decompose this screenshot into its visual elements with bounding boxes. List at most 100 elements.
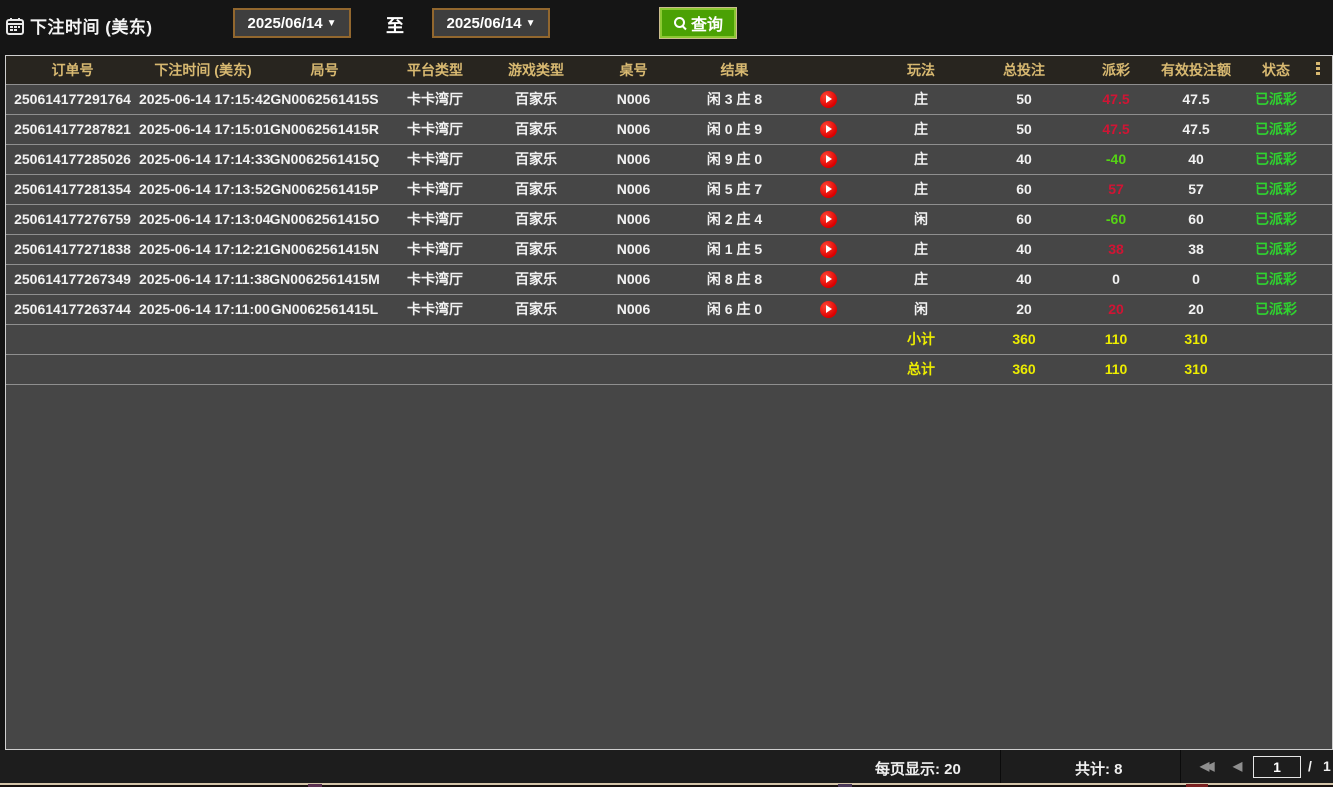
play-type: 庄 (870, 174, 972, 204)
total-payout: 110 (1076, 354, 1156, 384)
play-video-icon[interactable] (820, 271, 837, 288)
payout: 57 (1076, 174, 1156, 204)
payout: 38 (1076, 234, 1156, 264)
date-from-select[interactable]: 2025/06/14 ▼ (233, 8, 351, 38)
result: 闲 6 庄 0 (683, 294, 786, 324)
date-from-value: 2025/06/14 (248, 15, 323, 32)
result: 闲 9 庄 0 (683, 144, 786, 174)
platform: 卡卡湾厅 (382, 294, 488, 324)
valid-bet: 40 (1156, 144, 1236, 174)
play-type: 庄 (870, 234, 972, 264)
result: 闲 5 庄 7 (683, 174, 786, 204)
valid-bet: 57 (1156, 174, 1236, 204)
col-header-status: 状态 (1236, 56, 1316, 84)
platform: 卡卡湾厅 (382, 144, 488, 174)
date-to-select[interactable]: 2025/06/14 ▼ (432, 8, 550, 38)
status-badge: 已派彩 (1236, 84, 1316, 114)
play-type: 闲 (870, 204, 972, 234)
col-header-bet-time: 下注时间 (美东) (139, 56, 267, 84)
total-total-bet: 360 (972, 354, 1076, 384)
page-number-input[interactable]: 1 (1253, 756, 1301, 778)
result: 闲 1 庄 5 (683, 234, 786, 264)
pagination-bar: 每页显示: 20 共计: 8 ◀◀ ◀ 1 / 1 (0, 750, 1333, 783)
order-id: 250614177285026 (6, 144, 139, 174)
first-page-button[interactable]: ◀◀ (1200, 759, 1222, 773)
table-row: 250614177291764 2025-06-14 17:15:42 GN00… (6, 84, 1333, 114)
subtotal-label: 小计 (870, 324, 972, 354)
platform: 卡卡湾厅 (382, 204, 488, 234)
col-header-payout: 派彩 (1076, 56, 1156, 84)
subtotal-payout: 110 (1076, 324, 1156, 354)
result: 闲 0 庄 9 (683, 114, 786, 144)
result: 闲 8 庄 8 (683, 264, 786, 294)
round-id: GN0062561415M (267, 264, 382, 294)
status-badge: 已派彩 (1236, 294, 1316, 324)
play-type: 庄 (870, 264, 972, 294)
platform: 卡卡湾厅 (382, 114, 488, 144)
order-id: 250614177267349 (6, 264, 139, 294)
table-row: 250614177271838 2025-06-14 17:12:21 GN00… (6, 234, 1333, 264)
order-id: 250614177263744 (6, 294, 139, 324)
payout: 47.5 (1076, 114, 1156, 144)
table-no: N006 (584, 174, 683, 204)
play-type: 庄 (870, 144, 972, 174)
order-id: 250614177291764 (6, 84, 139, 114)
chevron-down-icon: ▼ (526, 18, 536, 29)
round-id: GN0062561415S (267, 84, 382, 114)
query-button-label: 查询 (691, 11, 723, 35)
total-bet: 60 (972, 204, 1076, 234)
bet-records-table: 订单号 下注时间 (美东) 局号 平台类型 游戏类型 桌号 结果 玩法 总投注 … (6, 56, 1333, 385)
platform: 卡卡湾厅 (382, 174, 488, 204)
payout: 20 (1076, 294, 1156, 324)
play-video-icon[interactable] (820, 121, 837, 138)
col-header-play: 玩法 (870, 56, 972, 84)
status-badge: 已派彩 (1236, 114, 1316, 144)
table-row: 250614177281354 2025-06-14 17:13:52 GN00… (6, 174, 1333, 204)
table-row: 250614177285026 2025-06-14 17:14:33 GN00… (6, 144, 1333, 174)
bet-time: 2025-06-14 17:11:00 (139, 294, 267, 324)
col-header-platform: 平台类型 (382, 56, 488, 84)
play-video-icon[interactable] (820, 301, 837, 318)
play-video-icon[interactable] (820, 91, 837, 108)
total-bet: 40 (972, 234, 1076, 264)
query-button[interactable]: 查询 (659, 7, 737, 39)
result: 闲 2 庄 4 (683, 204, 786, 234)
game-type: 百家乐 (488, 174, 584, 204)
game-type: 百家乐 (488, 234, 584, 264)
prev-page-button[interactable]: ◀ (1233, 759, 1242, 773)
play-type: 闲 (870, 294, 972, 324)
table-row: 250614177267349 2025-06-14 17:11:38 GN00… (6, 264, 1333, 294)
table-row: 250614177287821 2025-06-14 17:15:01 GN00… (6, 114, 1333, 144)
total-bet: 50 (972, 84, 1076, 114)
total-valid-bet: 310 (1156, 354, 1236, 384)
round-id: GN0062561415O (267, 204, 382, 234)
bet-time: 2025-06-14 17:11:38 (139, 264, 267, 294)
total-row: 总计 360 110 310 (6, 354, 1333, 384)
platform: 卡卡湾厅 (382, 234, 488, 264)
play-video-icon[interactable] (820, 211, 837, 228)
per-page-label: 每页显示: 20 (875, 758, 961, 779)
status-badge: 已派彩 (1236, 234, 1316, 264)
play-video-icon[interactable] (820, 241, 837, 258)
total-count-label: 共计: 8 (1075, 758, 1123, 779)
play-type: 庄 (870, 114, 972, 144)
table-no: N006 (584, 114, 683, 144)
result: 闲 3 庄 8 (683, 84, 786, 114)
game-type: 百家乐 (488, 114, 584, 144)
valid-bet: 20 (1156, 294, 1236, 324)
chevron-down-icon: ▼ (327, 18, 337, 29)
status-badge: 已派彩 (1236, 144, 1316, 174)
payout: 47.5 (1076, 84, 1156, 114)
bet-time: 2025-06-14 17:13:04 (139, 204, 267, 234)
valid-bet: 0 (1156, 264, 1236, 294)
search-icon (673, 16, 688, 31)
order-id: 250614177276759 (6, 204, 139, 234)
total-bet: 40 (972, 264, 1076, 294)
valid-bet: 60 (1156, 204, 1236, 234)
subtotal-valid-bet: 310 (1156, 324, 1236, 354)
play-video-icon[interactable] (820, 181, 837, 198)
order-id: 250614177271838 (6, 234, 139, 264)
total-bet: 60 (972, 174, 1076, 204)
bet-time: 2025-06-14 17:14:33 (139, 144, 267, 174)
play-video-icon[interactable] (820, 151, 837, 168)
